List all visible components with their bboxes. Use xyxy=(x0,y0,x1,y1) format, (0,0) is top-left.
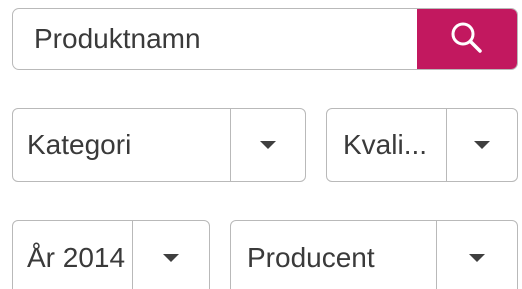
filter-panel: Kategori Kvali... År 2014 Producent xyxy=(0,0,522,289)
producer-dropdown-label: Producent xyxy=(247,242,375,273)
producer-dropdown[interactable]: Producent xyxy=(230,220,518,289)
triangle-down-icon xyxy=(474,141,490,149)
search-input[interactable] xyxy=(13,9,417,69)
year-dropdown-label: År 2014 xyxy=(27,242,126,273)
category-dropdown-label: Kategori xyxy=(27,129,132,160)
category-dropdown-toggle[interactable] xyxy=(230,109,305,181)
search-icon xyxy=(447,18,487,61)
year-dropdown-toggle[interactable] xyxy=(132,221,209,289)
quality-dropdown-label: Kvali... xyxy=(343,129,428,160)
year-dropdown[interactable]: År 2014 xyxy=(12,220,210,289)
quality-dropdown-toggle[interactable] xyxy=(446,109,517,181)
search-button[interactable] xyxy=(417,9,517,69)
producer-dropdown-toggle[interactable] xyxy=(436,221,517,289)
triangle-down-icon xyxy=(469,254,485,262)
triangle-down-icon xyxy=(163,254,179,262)
search-bar xyxy=(12,8,518,70)
category-dropdown[interactable]: Kategori xyxy=(12,108,306,182)
triangle-down-icon xyxy=(260,141,276,149)
quality-dropdown[interactable]: Kvali... xyxy=(326,108,518,182)
